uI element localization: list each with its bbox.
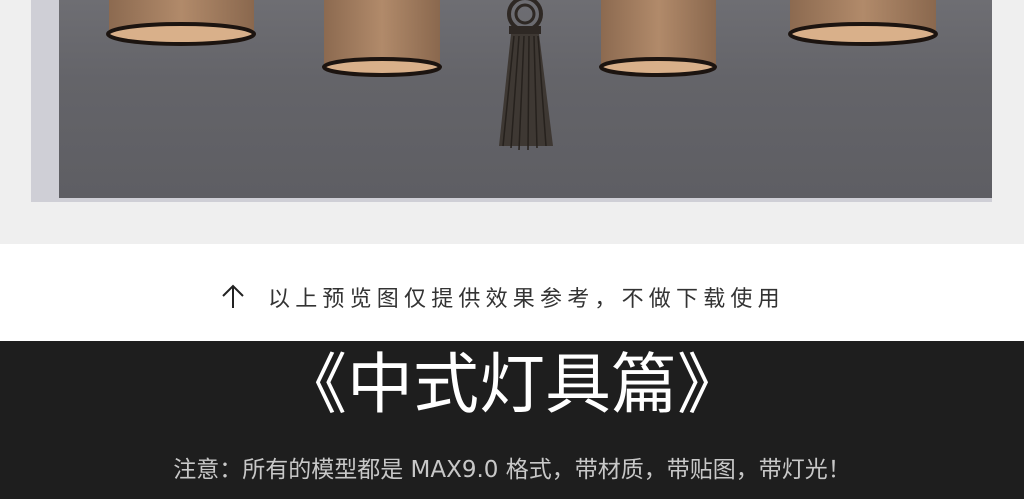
preview-frame: [31, 0, 992, 202]
lamp-illustration: [106, 0, 938, 151]
preview-notice-text: 以上预览图仅提供效果参考，不做下载使用: [268, 287, 785, 312]
preview-image: [59, 0, 992, 198]
tassel: [499, 0, 553, 151]
lamp-shade: [788, 0, 938, 46]
arrow-up-icon: [222, 284, 244, 308]
lamp-shade: [106, 0, 256, 46]
lamp-shade: [322, 0, 442, 77]
page-title: 《中式灯具篇》: [281, 346, 743, 423]
preview-section: [0, 0, 1024, 244]
format-note: 注意：所有的模型都是 MAX9.0 格式，带材质，带贴图，带灯光！: [173, 457, 851, 483]
lamp-shade: [599, 0, 717, 77]
